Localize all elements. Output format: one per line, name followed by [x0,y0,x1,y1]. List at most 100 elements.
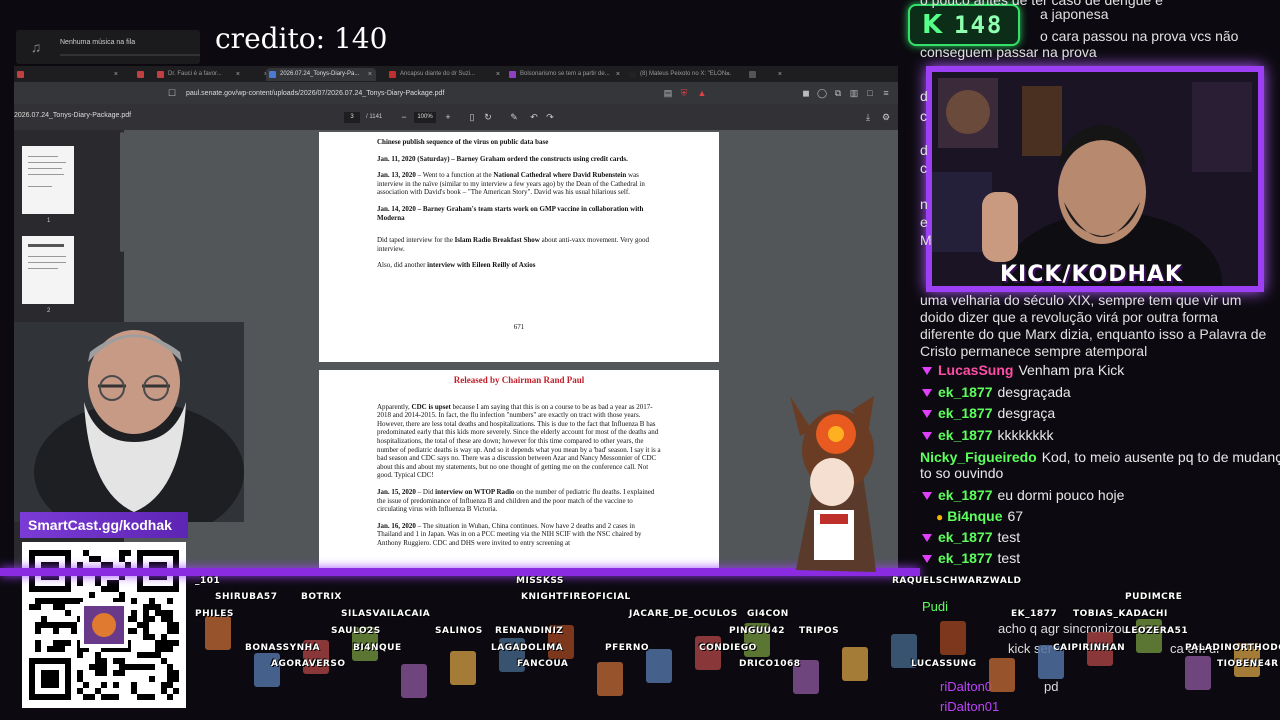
tab-label: 2026.07.24_Tonys-Diary-Pa... [280,71,360,77]
diary-entry: Apparently, CDC is upset because I am sa… [377,402,661,480]
viewer-name-tag: SHIRUBA57 [215,592,278,602]
zoom-in-icon[interactable]: + [442,111,454,123]
chat-username[interactable]: ek_1877 [938,405,993,421]
pixel-character-sprite [989,658,1015,692]
tab-favicon-icon [137,71,144,78]
coin-badge-icon: ● [936,510,944,524]
chat-username[interactable]: LucasSung [938,362,1013,378]
zoom-out-icon[interactable]: − [398,111,410,123]
chat-icon[interactable]: ◯ [816,87,828,99]
tab-active[interactable]: 2026.07.24_Tonys-Diary-Pa... × [266,68,376,81]
browser-tab[interactable]: Bolsonarismo se tem a partir de... × [506,68,624,81]
subscriber-badge-icon [922,367,932,376]
address-bar: ☐ paul.senate.gov/wp-content/uploads/202… [14,82,898,104]
diary-entry: Jan. 13, 2020 – Went to a function at th… [377,171,645,197]
subscriber-badge-icon [922,492,932,501]
smartcast-link[interactable]: SmartCast.gg/kodhak [20,512,188,538]
tab-close-icon[interactable]: × [616,68,620,81]
credit-counter: credito: 140 [215,22,388,55]
reader-icon[interactable]: ▤ [662,87,674,99]
page-thumbnail[interactable] [22,236,74,304]
chat-username[interactable]: ek_1877 [938,550,993,566]
pen-icon[interactable]: ✎ [508,111,520,123]
chat-username[interactable]: ek_1877 [938,384,993,400]
music-status: Nenhuma música na fila [60,39,136,46]
overlay-frame-border [0,568,920,576]
menu-icon[interactable]: ≡ [880,87,892,99]
browser-tab[interactable]: Ancapsu diante do dr Suzi... × [386,68,504,81]
sidebar-icon[interactable]: ▥ [848,87,860,99]
browser-tab[interactable]: Dr. Fauci é a favor...× [154,68,272,81]
zoom-level[interactable]: 100% [414,112,436,123]
tab-close-icon[interactable]: × [368,68,372,81]
viewer-name-tag: KNIGHTFIREOFICIAL [521,592,631,602]
browser-tab[interactable]: (8) Mateus Peixoto no X: "ELON... × [626,68,734,81]
viewer-name-tag: JACARE_DE_OCULOS [629,609,738,619]
browser-tab[interactable]: × [14,68,122,81]
chat-message: ● Bi4nque 67 [918,507,1280,526]
chat-message-fragment: c [920,108,927,124]
chat-username[interactable]: ek_1877 [938,529,993,545]
shield-icon[interactable]: ⛨ [678,87,690,99]
pixel-character-sprite [940,621,966,655]
chat-text: eu dormi pouco hoje [997,487,1125,503]
rotate-icon[interactable]: ↻ [482,111,494,123]
chat-message: LucasSung Venham pra Kick [918,361,1280,379]
copy-icon[interactable]: ⧉ [832,87,844,99]
tab-close-icon[interactable]: × [778,68,782,81]
chat-username[interactable]: Nicky_Figueiredo [920,449,1037,465]
download-icon[interactable]: ⤓ [862,111,874,123]
diary-entry: Jan. 16, 2020 – The situation in Wuhan, … [377,521,642,547]
viewer-name-tag: SILASVAILACAIA [341,609,431,619]
viewer-name-tag: TIOBENE4R [1217,659,1279,669]
viewer-name-tag: BONASSYNHA [245,643,321,653]
chat-text: test [997,550,1021,566]
host-webcam [14,322,244,522]
tab-close-icon[interactable]: × [114,68,118,81]
tab-label: (8) Mateus Peixoto no X: "ELON... [640,71,732,77]
tab-close-icon[interactable]: × [496,68,500,81]
subscriber-badge-icon [922,432,932,441]
window-icon[interactable]: □ [864,87,876,99]
chat-message: ek_1877 test [918,549,1280,567]
chat-message-fragment: conseguem passar na prova [920,44,1097,60]
viewer-name-tag: EK_1877 [1011,609,1058,619]
qr-code[interactable] [22,542,186,708]
chat-message: ek_1877 eu dormi pouco hoje [918,486,1280,504]
redo-icon[interactable]: ↷ [544,111,556,123]
pixel-character-sprite [401,664,427,698]
chat-username[interactable]: ek_1877 [938,487,993,503]
settings-icon[interactable]: ⚙ [880,111,892,123]
page-number-input[interactable]: 3 [344,112,360,123]
chat-message: to so ouvindo [918,464,1280,482]
chat-username[interactable]: Bi4nque [947,508,1002,524]
page-thumbnail[interactable] [22,146,74,214]
viewer-name-tag: TOBIAS_KADACHI [1073,609,1168,619]
diary-entry: Did taped interview for the Islam Radio … [377,236,649,253]
undo-icon[interactable]: ↶ [528,111,540,123]
browser-tab[interactable]: × [746,68,786,81]
pdf-filename: 2026.07.24_Tonys-Diary-Package.pdf [14,112,132,119]
thumbnail-number: 1 [47,218,51,224]
tab-favicon-icon [749,71,756,78]
warning-icon[interactable]: ▲ [696,87,708,99]
tab-favicon-icon [269,71,276,78]
music-progress [60,54,200,56]
tab-bar: ××Dr. Fauci é a favor...×2026.07.24_Tony… [14,66,898,82]
chat-username[interactable]: ek_1877 [938,427,993,443]
fit-page-icon[interactable]: ▯ [466,111,478,123]
tab-close-icon[interactable]: × [726,68,730,81]
viewer-name-tag: _101 [195,576,221,586]
extension-icon[interactable]: ◼ [800,87,812,99]
tab-label: Ancapsu diante do dr Suzi... [400,71,476,77]
viewer-name-tag: CAIPIRINHAN [1053,643,1126,653]
bookmark-icon[interactable]: ☐ [166,87,178,99]
tab-favicon-icon [389,71,396,78]
viewer-name-tag: AGORAVERSO [271,659,346,669]
viewer-character-strip: RAQUELSCHWARZWALD MISSKSS _101 SHIRUBA57 BOT… [195,576,1280,720]
chat-message: ek_1877 desgraçada [918,383,1280,401]
viewer-name-tag: SALINOS [435,626,483,636]
viewer-name-tag: PINGUU42 [729,626,786,636]
url-field[interactable]: paul.senate.gov/wp-content/uploads/2026/… [186,87,686,100]
diary-entry: Jan. 14, 2020 – Barney Graham's team sta… [377,204,644,222]
